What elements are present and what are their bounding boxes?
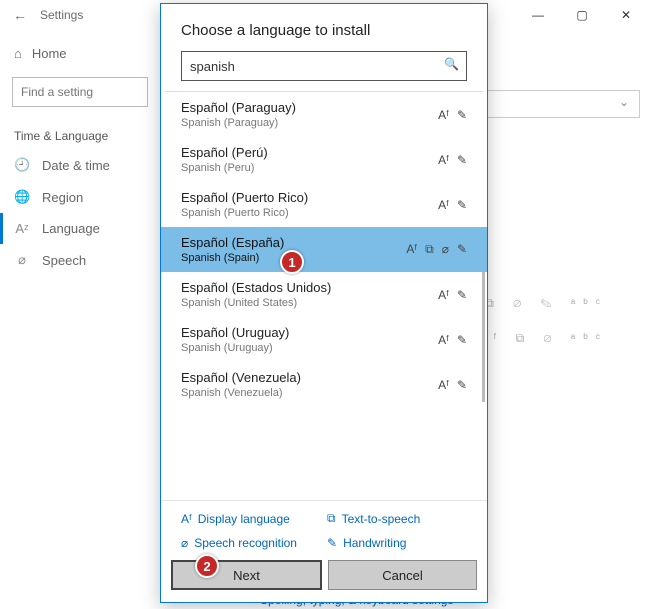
- feature-icons: Aᶠ ✎: [438, 378, 467, 392]
- feature-icon: Aᶠ: [438, 333, 449, 347]
- scrollbar[interactable]: [482, 272, 485, 402]
- feature-icons: Aᶠ ✎: [438, 153, 467, 167]
- feature-icon: ✎: [457, 108, 467, 122]
- feature-icon: Aᶠ: [438, 153, 449, 167]
- feature-icons: Aᶠ ✎: [438, 333, 467, 347]
- language-english: Spanish (Peru): [181, 162, 268, 174]
- home-icon: ⌂: [14, 46, 22, 61]
- feature-icon: ✎: [457, 198, 467, 212]
- feature-icon: ✎: [457, 378, 467, 392]
- feature-icon: Aᶠ: [438, 378, 449, 392]
- feature-icon: Aᶠ: [438, 108, 449, 122]
- feature-icons: Aᶠ ✎: [438, 108, 467, 122]
- language-search-input[interactable]: [181, 51, 467, 81]
- language-english: Spanish (Spain): [181, 252, 284, 264]
- back-button[interactable]: ←: [0, 7, 40, 23]
- language-dialog: Choose a language to install 🔍 Español (…: [160, 3, 488, 603]
- find-setting-input[interactable]: [12, 77, 148, 107]
- nav-label: Region: [42, 190, 83, 205]
- feature-icon: Aᶠ: [406, 242, 417, 257]
- language-row[interactable]: Español (Uruguay) Spanish (Uruguay) Aᶠ ✎: [161, 317, 487, 362]
- feature-icon: ✎: [457, 242, 467, 257]
- language-native: Español (Uruguay): [181, 325, 289, 340]
- legend-tts: ⧉Text-to-speech: [327, 511, 467, 526]
- feature-icon: ⧉: [425, 242, 434, 257]
- cancel-button[interactable]: Cancel: [328, 560, 477, 590]
- nav-speech[interactable]: ⌀ Speech: [0, 244, 160, 276]
- language-english: Spanish (United States): [181, 297, 331, 309]
- home-nav[interactable]: ⌂ Home: [0, 40, 160, 67]
- language-native: Español (Venezuela): [181, 370, 301, 385]
- language-native: Español (Paraguay): [181, 100, 296, 115]
- section-title: Time & Language: [0, 117, 160, 149]
- language-icon: Aᶻ: [14, 221, 30, 236]
- language-row[interactable]: Español (Puerto Rico) Spanish (Puerto Ric…: [161, 182, 487, 227]
- feature-icons: Aᶠ ✎: [438, 198, 467, 212]
- annotation-badge-1: 1: [280, 250, 304, 274]
- feature-icon: Aᶠ: [438, 198, 449, 212]
- sidebar: ⌂ Home Time & Language 🕘 Date & time 🌐 R…: [0, 30, 160, 276]
- language-native: Español (Estados Unidos): [181, 280, 331, 295]
- language-english: Spanish (Venezuela): [181, 387, 301, 399]
- language-english: Spanish (Paraguay): [181, 117, 296, 129]
- feature-icon: ✎: [457, 288, 467, 302]
- language-english: Spanish (Uruguay): [181, 342, 289, 354]
- clock-icon: 🕘: [14, 157, 30, 173]
- language-row[interactable]: Español (Perú) Spanish (Peru) Aᶠ ✎: [161, 137, 487, 182]
- language-row[interactable]: Español (Venezuela) Spanish (Venezuela) Aᶠ…: [161, 362, 487, 407]
- feature-icon: Aᶠ: [438, 288, 449, 302]
- nav-label: Speech: [42, 253, 86, 268]
- speech-icon: ⌀: [181, 536, 188, 550]
- language-list[interactable]: Español (Paraguay)Spanish (Paraguay)Aᶠ✎E…: [161, 92, 487, 500]
- legend-display: AᶠDisplay language: [181, 511, 321, 526]
- tts-icon: ⧉: [327, 511, 336, 526]
- language-native: Español (Perú): [181, 145, 268, 160]
- nav-region[interactable]: 🌐 Region: [0, 181, 160, 213]
- language-row[interactable]: Español (Estados Unidos) Spanish (United …: [161, 272, 487, 317]
- mic-icon: ⌀: [14, 252, 30, 268]
- maximize-button[interactable]: ▢: [560, 0, 604, 30]
- language-row[interactable]: Español (España) Spanish (Spain) Aᶠ ⧉ ⌀ ✎: [161, 227, 487, 272]
- minimize-button[interactable]: ―: [516, 0, 560, 30]
- legend-speech: ⌀Speech recognition: [181, 536, 321, 550]
- find-setting[interactable]: [12, 77, 148, 107]
- display-icon: Aᶠ: [181, 512, 192, 526]
- annotation-badge-2: 2: [195, 554, 219, 578]
- language-native: Español (Puerto Rico): [181, 190, 308, 205]
- feature-icons: Aᶠ ⧉ ⌀ ✎: [406, 242, 467, 257]
- search-icon: 🔍: [444, 57, 459, 71]
- nav-label: Date & time: [42, 158, 110, 173]
- feature-legend: AᶠDisplay language ⧉Text-to-speech ⌀Spee…: [161, 500, 487, 554]
- nav-label: Language: [42, 221, 100, 236]
- globe-icon: 🌐: [14, 189, 30, 205]
- home-label: Home: [32, 46, 67, 61]
- feature-icons: Aᶠ ✎: [438, 288, 467, 302]
- feature-icon: ✎: [457, 153, 467, 167]
- language-english: Spanish (Puerto Rico): [181, 207, 308, 219]
- legend-handwriting: ✎Handwriting: [327, 536, 467, 550]
- feature-icon: ✎: [457, 333, 467, 347]
- handwriting-icon: ✎: [327, 536, 337, 550]
- language-row[interactable]: Español (Paraguay) Spanish (Paraguay) Aᶠ ✎: [161, 92, 487, 137]
- next-button[interactable]: Next: [171, 560, 322, 590]
- feature-icon: ⌀: [442, 242, 449, 257]
- close-button[interactable]: ✕: [604, 0, 648, 30]
- nav-date-time[interactable]: 🕘 Date & time: [0, 149, 160, 181]
- language-native: Español (España): [181, 235, 284, 250]
- nav-language[interactable]: Aᶻ Language: [0, 213, 160, 244]
- dialog-title: Choose a language to install: [161, 4, 487, 51]
